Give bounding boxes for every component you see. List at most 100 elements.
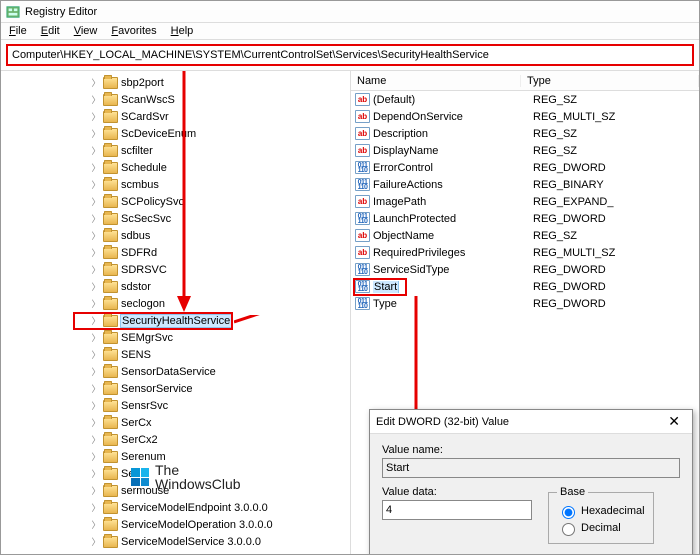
tree-item-sdrsvc[interactable]: 〉SDRSVC	[1, 261, 350, 278]
tree-item-sercx2[interactable]: 〉SerCx2	[1, 431, 350, 448]
value-name-field[interactable]	[382, 458, 680, 478]
watermark: TheWindowsClub	[131, 463, 241, 491]
list-row-dependonservice[interactable]: abDependOnServiceREG_MULTI_SZ	[351, 108, 699, 125]
chevron-right-icon: 〉	[91, 93, 101, 106]
edit-dword-dialog: Edit DWORD (32-bit) Value ✕ Value name: …	[369, 409, 693, 554]
address-bar[interactable]: Computer\HKEY_LOCAL_MACHINE\SYSTEM\Curre…	[6, 44, 694, 66]
folder-icon	[103, 281, 118, 293]
col-header-type[interactable]: Type	[521, 75, 699, 87]
list-row-type[interactable]: 011110TypeREG_DWORD	[351, 295, 699, 312]
list-row-launchprotected[interactable]: 011110LaunchProtectedREG_DWORD	[351, 210, 699, 227]
chevron-right-icon: 〉	[91, 535, 101, 548]
radio-hex[interactable]: Hexadecimal	[557, 503, 645, 519]
list-row-objectname[interactable]: abObjectNameREG_SZ	[351, 227, 699, 244]
folder-icon	[103, 434, 118, 446]
tree-item-seclogon[interactable]: 〉seclogon	[1, 295, 350, 312]
chevron-right-icon: 〉	[91, 365, 101, 378]
tree-item-sens[interactable]: 〉SENS	[1, 346, 350, 363]
chevron-right-icon: 〉	[91, 178, 101, 191]
tree-item-scardsvr[interactable]: 〉 SCardSvr	[1, 108, 350, 125]
list-row-requiredprivileges[interactable]: abRequiredPrivilegesREG_MULTI_SZ	[351, 244, 699, 261]
list-row-errorcontrol[interactable]: 011110ErrorControlREG_DWORD	[351, 159, 699, 176]
tree-item-label: ServiceModelOperation 3.0.0.0	[121, 519, 273, 531]
app-icon	[6, 5, 20, 19]
col-header-name[interactable]: Name	[351, 75, 521, 87]
tree-item-sdfrd[interactable]: 〉SDFRd	[1, 244, 350, 261]
tree-item-scfilter[interactable]: 〉scfilter	[1, 142, 350, 159]
tree-item-servicemodeloperation-3-0-0-0[interactable]: 〉 ServiceModelOperation 3.0.0.0	[1, 516, 350, 533]
chevron-right-icon: 〉	[91, 518, 101, 531]
value-type: REG_DWORD	[533, 298, 606, 310]
tree-item-sdbus[interactable]: 〉sdbus	[1, 227, 350, 244]
chevron-right-icon: 〉	[91, 297, 101, 310]
tree-item-scmbus[interactable]: 〉scmbus	[1, 176, 350, 193]
close-icon[interactable]: ✕	[662, 412, 686, 431]
list-header: Name Type	[351, 71, 699, 91]
folder-icon	[103, 366, 118, 378]
chevron-right-icon: 〉	[91, 331, 101, 344]
chevron-right-icon: 〉	[91, 161, 101, 174]
chevron-right-icon: 〉	[91, 110, 101, 123]
tree-item-label: SensrSvc	[121, 400, 168, 412]
tree-item-semgrsvc[interactable]: 〉SEMgrSvc	[1, 329, 350, 346]
radio-dec-input[interactable]	[562, 523, 575, 536]
tree-item-label: SDFRd	[121, 247, 157, 259]
list-body: ab(Default)REG_SZabDependOnServiceREG_MU…	[351, 91, 699, 312]
list-row-displayname[interactable]: abDisplayNameREG_SZ	[351, 142, 699, 159]
menu-edit[interactable]: Edit	[41, 25, 60, 37]
value-type: REG_MULTI_SZ	[533, 111, 615, 123]
list-row-servicesidtype[interactable]: 011110ServiceSidTypeREG_DWORD	[351, 261, 699, 278]
tree-item-scdeviceenum[interactable]: 〉ScDeviceEnum	[1, 125, 350, 142]
tree-item-servicemodelservice-3-0-0-0[interactable]: 〉ServiceModelService 3.0.0.0	[1, 533, 350, 550]
value-type: REG_MULTI_SZ	[533, 247, 615, 259]
tree-item-sercx[interactable]: 〉SerCx	[1, 414, 350, 431]
tree-item-sensordataservice[interactable]: 〉SensorDataService	[1, 363, 350, 380]
watermark-text: TheWindowsClub	[155, 463, 241, 491]
tree-item-sdstor[interactable]: 〉sdstor	[1, 278, 350, 295]
radio-hex-input[interactable]	[562, 506, 575, 519]
menubar: File Edit View Favorites Help	[1, 23, 699, 40]
list-row-start[interactable]: 011110StartREG_DWORD	[351, 278, 699, 295]
list-row-imagepath[interactable]: abImagePathREG_EXPAND_	[351, 193, 699, 210]
folder-icon	[103, 485, 118, 497]
radio-dec[interactable]: Decimal	[557, 520, 645, 536]
tree-item-scanwscs[interactable]: 〉ScanWscS	[1, 91, 350, 108]
base-legend: Base	[557, 486, 588, 498]
chevron-right-icon: 〉	[91, 127, 101, 140]
tree-item-securityhealthservice[interactable]: 〉SecurityHealthService	[1, 312, 350, 329]
list-row-failureactions[interactable]: 011110FailureActionsREG_BINARY	[351, 176, 699, 193]
tree-item-label: ScSecSvc	[121, 213, 171, 225]
value-name: RequiredPrivileges	[373, 247, 533, 259]
tree-item-sensrsvc[interactable]: 〉SensrSvc	[1, 397, 350, 414]
tree-item-scpolicysvc[interactable]: 〉SCPolicySvc	[1, 193, 350, 210]
folder-icon	[103, 128, 118, 140]
value-type: REG_DWORD	[533, 264, 606, 276]
tree-item-label: SensorService	[121, 383, 193, 395]
chevron-right-icon: 〉	[91, 467, 101, 480]
folder-icon	[103, 468, 118, 480]
tree-item-sensorservice[interactable]: 〉SensorService	[1, 380, 350, 397]
value-data-label: Value data:	[382, 486, 532, 498]
value-data-field[interactable]	[382, 500, 532, 520]
menu-favorites[interactable]: Favorites	[111, 25, 156, 37]
folder-icon	[103, 247, 118, 259]
value-name-label: Value name:	[382, 444, 680, 456]
tree-item-sbp2port[interactable]: 〉sbp2port	[1, 74, 350, 91]
tree-item-label: SCardSvr	[121, 111, 169, 123]
folder-icon	[103, 179, 118, 191]
menu-view[interactable]: View	[74, 25, 98, 37]
folder-icon	[103, 196, 118, 208]
folder-icon	[103, 400, 118, 412]
tree-item-scsecsvc[interactable]: 〉ScSecSvc	[1, 210, 350, 227]
list-row--default-[interactable]: ab(Default)REG_SZ	[351, 91, 699, 108]
tree-item-servicemodelendpoint-3-0-0-0[interactable]: 〉ServiceModelEndpoint 3.0.0.0	[1, 499, 350, 516]
menu-help[interactable]: Help	[171, 25, 194, 37]
menu-file[interactable]: File	[9, 25, 27, 37]
folder-icon	[103, 264, 118, 276]
dialog-titlebar: Edit DWORD (32-bit) Value ✕	[370, 410, 692, 434]
list-row-description[interactable]: abDescriptionREG_SZ	[351, 125, 699, 142]
folder-icon	[103, 332, 118, 344]
folder-icon	[103, 230, 118, 242]
tree-item-schedule[interactable]: 〉Schedule	[1, 159, 350, 176]
string-value-icon: ab	[355, 229, 370, 242]
